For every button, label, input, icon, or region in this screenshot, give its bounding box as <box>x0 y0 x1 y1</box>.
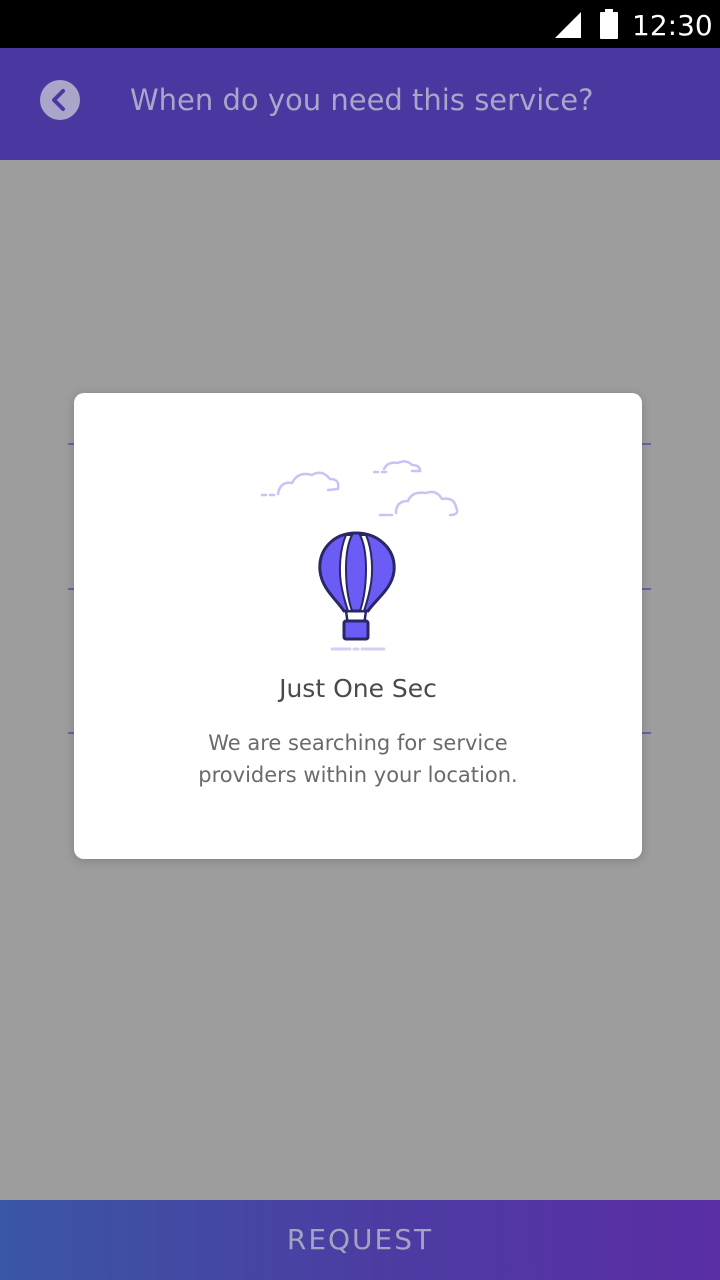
divider <box>642 588 651 590</box>
hot-air-balloon-icon <box>260 460 459 651</box>
request-button[interactable]: REQUEST <box>0 1200 720 1280</box>
dialog-title: Just One Sec <box>279 674 437 703</box>
divider <box>642 443 651 445</box>
app-header: When do you need this service? <box>0 48 720 160</box>
page-title: When do you need this service? <box>130 83 594 117</box>
loading-dialog: Just One Sec We are searching for servic… <box>74 393 642 859</box>
divider <box>642 732 651 734</box>
signal-icon <box>555 12 581 38</box>
dialog-message: We are searching for service providers w… <box>198 731 518 787</box>
status-time: 12:30 <box>632 9 713 42</box>
status-bar: 12:30 <box>0 0 720 48</box>
chevron-left-icon <box>52 89 65 111</box>
request-button-label: REQUEST <box>286 1223 434 1256</box>
battery-icon <box>600 9 618 39</box>
back-button[interactable] <box>40 80 80 120</box>
